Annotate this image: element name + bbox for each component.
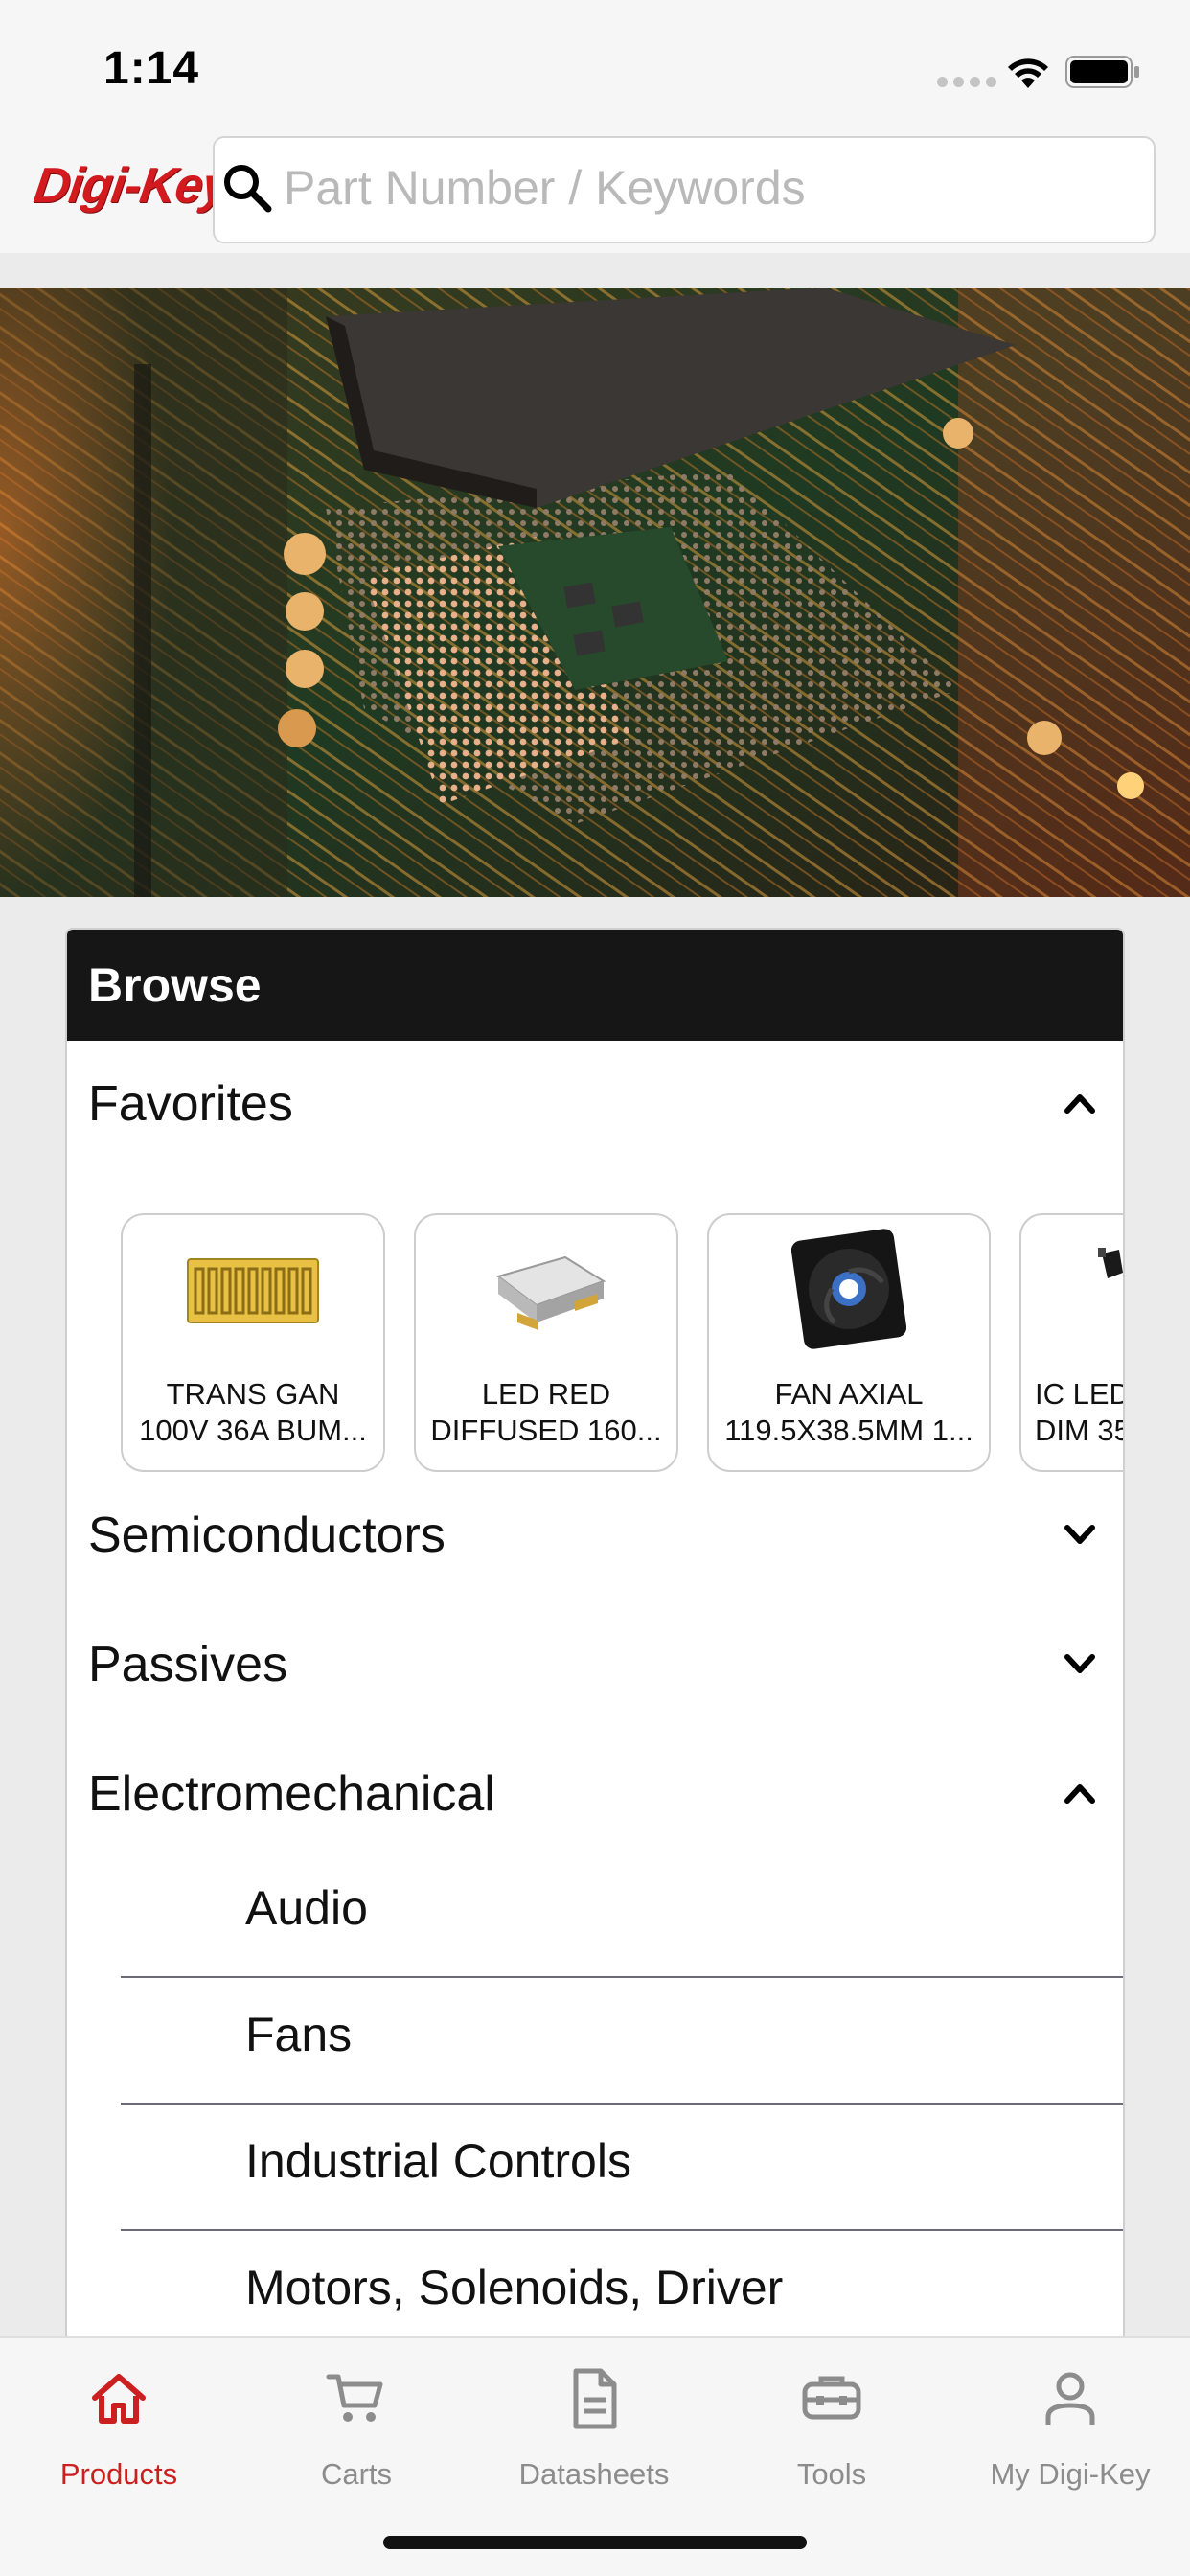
browse-card: Browse Favorites TRANS GAN 100V 36A BUM.… <box>65 928 1125 2576</box>
document-icon <box>573 2368 617 2429</box>
favorites-carousel[interactable]: TRANS GAN 100V 36A BUM... LED RED DIFFUS… <box>67 1213 1125 1474</box>
home-icon <box>92 2374 146 2424</box>
favorite-item-name: FAN AXIAL 119.5X38.5MM 1... <box>724 1377 973 1447</box>
section-semiconductors[interactable]: Semiconductors <box>67 1482 1123 1587</box>
section-favorites[interactable]: Favorites <box>67 1050 1123 1156</box>
subcategory-audio[interactable]: Audio <box>121 1852 1123 1978</box>
home-indicator <box>383 2536 807 2549</box>
tab-label: Tools <box>796 2457 867 2491</box>
toolbox-icon <box>802 2376 861 2420</box>
tab-label: Carts <box>320 2457 393 2491</box>
chevron-down-icon <box>1064 1525 1095 1544</box>
subcategory-industrial-controls[interactable]: Industrial Controls <box>121 2104 1123 2231</box>
subcategory-fans[interactable]: Fans <box>121 1978 1123 2104</box>
section-electromechanical[interactable]: Electromechanical <box>67 1740 1123 1846</box>
section-label: Semiconductors <box>88 1507 446 1563</box>
section-label: Electromechanical <box>88 1766 495 1822</box>
transistor-image <box>187 1258 319 1323</box>
favorite-item[interactable]: TRANS GAN 100V 36A BUM... <box>121 1213 385 1472</box>
subcategory-label: Industrial Controls <box>245 2134 631 2188</box>
tab-datasheets[interactable]: Datasheets <box>475 2359 713 2513</box>
status-time: 1:14 <box>103 43 200 94</box>
search-icon <box>224 165 272 213</box>
tab-products[interactable]: Products <box>0 2359 238 2513</box>
tab-tools[interactable]: Tools <box>713 2359 950 2513</box>
tab-label: Datasheets <box>518 2457 670 2491</box>
wifi-icon <box>1008 58 1048 88</box>
ic-image <box>1098 1248 1123 1278</box>
digikey-logo[interactable]: Digi-Key <box>31 157 233 215</box>
subcategory-label: Fans <box>245 2008 353 2061</box>
favorite-item-name: IC LED DIM 35 <box>1035 1377 1125 1447</box>
favorite-item-name: TRANS GAN 100V 36A BUM... <box>139 1377 367 1447</box>
status-bar: 1:14 <box>0 0 1190 126</box>
battery-icon <box>1065 56 1139 88</box>
search-input[interactable] <box>284 153 1127 222</box>
subcategory-label: Motors, Solenoids, Driver <box>245 2261 784 2314</box>
section-passives[interactable]: Passives <box>67 1611 1123 1716</box>
browse-header: Browse <box>67 930 1123 1041</box>
chevron-up-icon <box>1064 1094 1095 1114</box>
chevron-up-icon <box>1064 1784 1095 1804</box>
tab-carts[interactable]: Carts <box>238 2359 475 2513</box>
section-label: Favorites <box>88 1076 293 1132</box>
hero-banner-image <box>0 288 1190 897</box>
favorite-item-name: LED RED DIFFUSED 160... <box>430 1377 662 1447</box>
tab-label: Products <box>59 2457 178 2491</box>
led-image <box>495 1255 606 1330</box>
tab-my-digikey[interactable]: My Digi-Key <box>950 2359 1190 2513</box>
subcategory-label: Audio <box>245 1881 368 1935</box>
cart-icon <box>326 2374 383 2422</box>
favorite-item[interactable]: LED RED DIFFUSED 160... <box>414 1213 678 1472</box>
cellular-signal-icon <box>937 77 996 87</box>
section-label: Passives <box>88 1637 288 1692</box>
favorite-item[interactable]: IC LED DIM 35 <box>1019 1213 1125 1472</box>
favorite-item[interactable]: FAN AXIAL 119.5X38.5MM 1... <box>707 1213 991 1472</box>
person-icon <box>1045 2372 1095 2425</box>
chevron-down-icon <box>1064 1654 1095 1673</box>
tab-label: My Digi-Key <box>990 2457 1151 2491</box>
fan-image <box>791 1229 906 1349</box>
